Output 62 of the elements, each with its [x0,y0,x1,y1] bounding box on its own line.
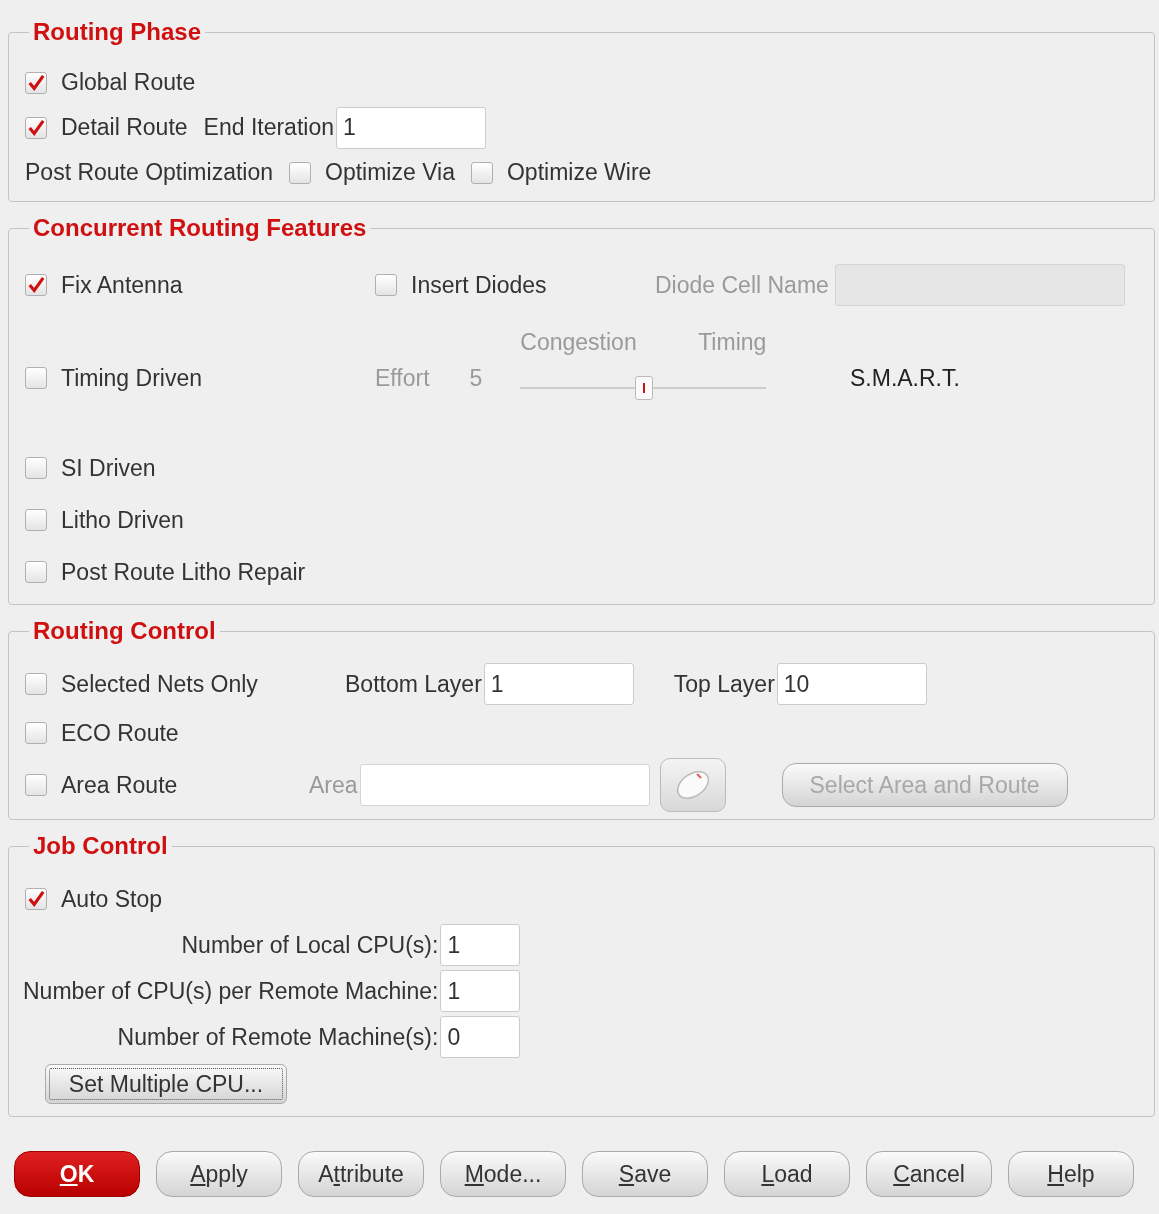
checkbox[interactable] [25,722,47,744]
checkbox[interactable] [25,774,47,796]
dialog-button[interactable]: OK [14,1151,140,1197]
field-label: Number of Local CPU(s): [180,931,439,959]
checkbox-label[interactable]: ECO Route [61,719,179,747]
checkbox[interactable] [25,561,47,583]
checkbox-label[interactable]: Detail Route [61,114,188,141]
checkbox-label[interactable]: Litho Driven [61,506,184,534]
section-title: Routing Control [32,617,217,645]
checkbox-label[interactable]: Optimize Wire [507,159,652,186]
checkbox[interactable] [471,161,493,184]
slider-label: Congestion [520,329,637,357]
checkbox[interactable] [289,161,311,184]
checkbox-label[interactable]: Optimize Via [325,159,455,186]
checkbox-label[interactable]: Insert Diodes [411,271,547,299]
slider-label: Timing [698,329,767,357]
section-title: Concurrent Routing Features [32,214,368,242]
effort-label: Effort [375,364,430,392]
cpu-count-field[interactable]: 0 [440,1016,521,1058]
checkbox[interactable] [25,509,47,531]
field-label: End Iteration [203,114,334,141]
top-layer-field[interactable]: 10 [776,663,927,705]
checkbox[interactable] [25,274,47,296]
dialog-button[interactable]: Cancel [866,1151,992,1197]
mouse-button[interactable] [659,758,726,812]
checkbox-label[interactable]: Selected Nets Only [61,670,258,698]
checkbox[interactable] [25,888,47,910]
dialog-button[interactable]: Save [582,1151,708,1197]
checkbox-label[interactable]: Global Route [61,69,196,96]
checkbox-label[interactable]: Fix Antenna [61,271,183,299]
set-multiple-cpu-button[interactable]: Set Multiple CPU... [45,1064,287,1104]
field-label: Area [309,771,358,799]
checkbox-label[interactable]: Area Route [61,771,178,799]
field-label: Number of Remote Machine(s): [116,1023,439,1051]
end-iteration-field[interactable]: 1 [336,106,486,149]
effort-value: 5 [469,364,483,392]
cpu-count-field[interactable]: 1 [440,924,521,966]
field-label: Number of CPU(s) per Remote Machine: [23,977,439,1005]
option-label: Post Route Optimization [25,159,273,186]
dialog-button[interactable]: Attribute [298,1151,424,1197]
checkbox-label[interactable]: Post Route Litho Repair [61,558,306,586]
dialog-button[interactable]: Help [1008,1151,1134,1197]
checkbox[interactable] [25,673,47,695]
dialog-button[interactable]: Mode... [440,1151,566,1197]
dialog-button[interactable]: Load [724,1151,850,1197]
cpu-count-field[interactable]: 1 [440,970,521,1012]
checkbox-label[interactable]: SI Driven [61,454,156,482]
field-label: Diode Cell Name [655,271,829,299]
dialog-button[interactable]: Apply [156,1151,282,1197]
checkbox[interactable] [25,367,47,389]
section-title: Job Control [32,832,169,860]
bottom-layer-field[interactable]: 1 [483,663,634,705]
field-label: Top Layer [673,670,775,698]
checkbox[interactable] [25,71,47,94]
field-label: Bottom Layer [345,670,482,698]
checkbox[interactable] [25,116,47,139]
smart-label: S.M.A.R.T. [850,364,960,392]
checkbox[interactable] [375,274,397,296]
checkbox[interactable] [25,457,47,479]
section-title: Routing Phase [32,18,202,46]
checkbox-label[interactable]: Timing Driven [61,364,202,392]
checkbox-label[interactable]: Auto Stop [61,885,163,913]
